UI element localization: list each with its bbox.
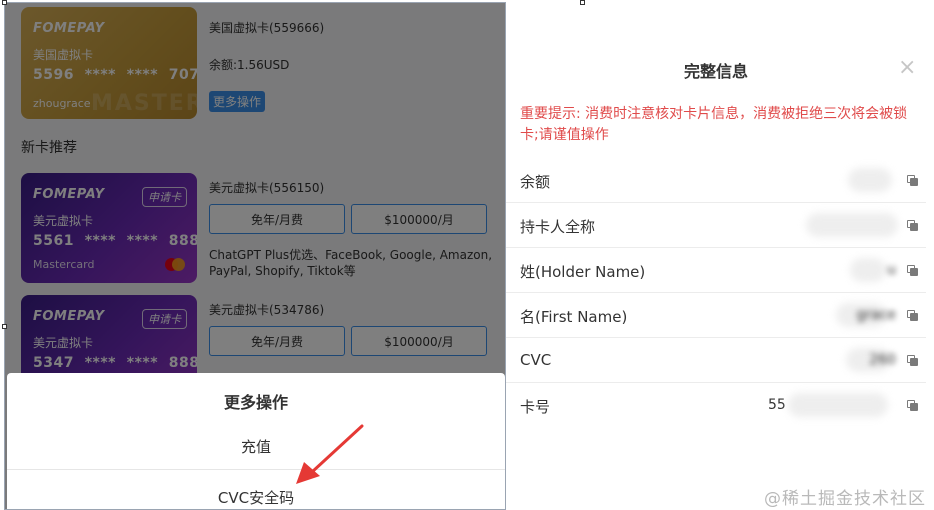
card-list-panel: FOMEPAY 美国虚拟卡 5596 **** **** 7073 zhougr… bbox=[5, 3, 505, 510]
row-value: grace bbox=[856, 307, 896, 323]
detail-row-cvc: CVC 260 bbox=[506, 338, 926, 383]
site-watermark: @稀土掘金技术社区 bbox=[764, 489, 926, 509]
close-icon[interactable]: × bbox=[898, 57, 916, 79]
sheet-title: 更多操作 bbox=[223, 393, 288, 412]
copy-icon[interactable] bbox=[907, 220, 918, 231]
more-actions-sheet: 更多操作 充值 CVC安全码 bbox=[7, 373, 505, 510]
detail-row-first-name: 名(First Name) grace bbox=[506, 293, 926, 338]
row-label: 名(First Name) bbox=[520, 308, 628, 326]
detail-row-card-number: 卡号 55 bbox=[506, 383, 926, 428]
detail-row-balance: 余额 bbox=[506, 158, 926, 203]
row-value: 260 bbox=[869, 352, 896, 368]
masked-value bbox=[788, 393, 888, 417]
warning-text: 重要提示: 消费时注意核对卡片信息，消费被拒绝三次将会被锁卡;请谨值操作 bbox=[520, 106, 908, 143]
copy-icon[interactable] bbox=[907, 400, 918, 411]
sheet-divider bbox=[7, 469, 505, 470]
copy-icon[interactable] bbox=[907, 355, 918, 366]
row-label: 余额 bbox=[520, 173, 551, 191]
row-value: u bbox=[887, 262, 896, 278]
row-label: 持卡人全称 bbox=[520, 218, 596, 236]
annotation-arrow-icon bbox=[296, 424, 364, 484]
row-label: 卡号 bbox=[520, 398, 551, 416]
sheet-item-cvc[interactable]: CVC安全码 bbox=[7, 487, 505, 508]
masked-value bbox=[806, 213, 898, 237]
detail-row-holder-full-name: 持卡人全称 bbox=[506, 203, 926, 248]
copy-icon[interactable] bbox=[907, 310, 918, 321]
card-number-prefix: 55 bbox=[768, 397, 786, 413]
sheet-item-recharge[interactable]: 充值 bbox=[7, 436, 505, 457]
detail-title: 完整信息 bbox=[683, 62, 748, 81]
selection-handle[interactable] bbox=[2, 324, 7, 329]
selection-handle[interactable] bbox=[580, 0, 585, 5]
detail-row-last-name: 姓(Holder Name) u bbox=[506, 248, 926, 293]
card-detail-panel: 完整信息 × 重要提示: 消费时注意核对卡片信息，消费被拒绝三次将会被锁卡;请谨… bbox=[506, 0, 934, 510]
masked-value bbox=[848, 168, 892, 192]
copy-icon[interactable] bbox=[907, 265, 918, 276]
masked-value bbox=[850, 258, 886, 282]
screenshot-root: FOMEPAY 美国虚拟卡 5596 **** **** 7073 zhougr… bbox=[0, 0, 934, 510]
row-label: 姓(Holder Name) bbox=[520, 263, 646, 281]
row-label: CVC bbox=[520, 351, 552, 369]
copy-icon[interactable] bbox=[907, 175, 918, 186]
selection-handle[interactable] bbox=[2, 0, 7, 5]
